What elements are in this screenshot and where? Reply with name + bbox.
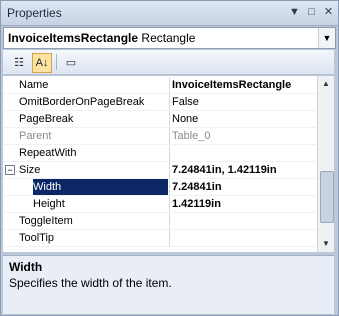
- categorized-button[interactable]: ☷: [9, 53, 29, 73]
- object-selector-label: InvoiceItemsRectangle Rectangle: [8, 31, 195, 45]
- property-pages-button[interactable]: ▭: [61, 53, 81, 73]
- property-value-input[interactable]: 7.24841in: [169, 179, 320, 195]
- property-value[interactable]: [169, 213, 320, 229]
- scroll-down-icon[interactable]: ▼: [319, 237, 333, 251]
- property-row-omitborderonpagebreak[interactable]: OmitBorderOnPageBreak False: [3, 93, 318, 111]
- property-label: Size: [19, 164, 41, 176]
- property-value[interactable]: None: [169, 111, 320, 127]
- object-selector[interactable]: InvoiceItemsRectangle Rectangle ▼: [3, 27, 336, 49]
- property-value[interactable]: InvoiceItemsRectangle: [169, 77, 320, 93]
- property-row-width[interactable]: Width 7.24841in: [3, 178, 318, 196]
- property-grid: Name InvoiceItemsRectangle OmitBorderOnP…: [3, 76, 334, 252]
- property-value[interactable]: 1.42119in: [169, 196, 320, 212]
- property-row-name[interactable]: Name InvoiceItemsRectangle: [3, 76, 318, 94]
- collapse-icon[interactable]: −: [5, 165, 15, 175]
- property-label: Parent: [19, 130, 52, 142]
- property-label: PageBreak: [19, 113, 74, 125]
- property-row-parent[interactable]: Parent Table_0: [3, 127, 318, 145]
- property-label: RepeatWith: [19, 147, 77, 159]
- window-title: Properties: [7, 6, 62, 20]
- property-label: Width: [33, 179, 168, 195]
- property-row-tooltip[interactable]: ToolTip: [3, 229, 318, 247]
- property-row-toggleitem[interactable]: ToggleItem: [3, 212, 318, 230]
- maximize-icon[interactable]: □: [304, 5, 319, 20]
- object-type: Rectangle: [141, 31, 196, 45]
- property-label: OmitBorderOnPageBreak: [19, 96, 145, 108]
- object-name: InvoiceItemsRectangle: [8, 31, 139, 45]
- property-label: Height: [33, 198, 65, 210]
- property-row-repeatwith[interactable]: RepeatWith: [3, 144, 318, 162]
- property-value[interactable]: False: [169, 94, 320, 110]
- window-position-dropdown-icon[interactable]: ▼: [287, 5, 302, 20]
- property-value[interactable]: [169, 145, 320, 161]
- toolbar-separator: [56, 54, 57, 70]
- properties-toolbar: ☷ A↓ ▭: [3, 50, 334, 75]
- property-value[interactable]: [169, 230, 320, 246]
- description-pane: Width Specifies the width of the item.: [3, 255, 334, 314]
- alphabetical-sort-button[interactable]: A↓: [32, 53, 52, 73]
- property-label: ToolTip: [19, 232, 55, 244]
- property-row-size[interactable]: − Size 7.24841in, 1.42119in: [3, 161, 318, 179]
- description-title: Width: [9, 260, 43, 274]
- chevron-down-icon[interactable]: ▼: [318, 28, 335, 48]
- close-icon[interactable]: ✕: [321, 5, 336, 20]
- property-row-pagebreak[interactable]: PageBreak None: [3, 110, 318, 128]
- property-value: Table_0: [169, 128, 320, 144]
- scroll-up-icon[interactable]: ▲: [319, 77, 333, 91]
- properties-window: Properties ▼ □ ✕ InvoiceItemsRectangle R…: [0, 0, 339, 316]
- scrollbar-thumb[interactable]: [320, 171, 334, 223]
- title-bar[interactable]: Properties ▼ □ ✕: [1, 1, 338, 26]
- property-row-height[interactable]: Height 1.42119in: [3, 195, 318, 213]
- property-label: ToggleItem: [19, 215, 73, 227]
- property-value[interactable]: 7.24841in, 1.42119in: [169, 162, 320, 178]
- vertical-scrollbar[interactable]: ▲ ▼: [317, 76, 334, 252]
- description-text: Specifies the width of the item.: [9, 276, 172, 290]
- property-label: Name: [19, 79, 49, 91]
